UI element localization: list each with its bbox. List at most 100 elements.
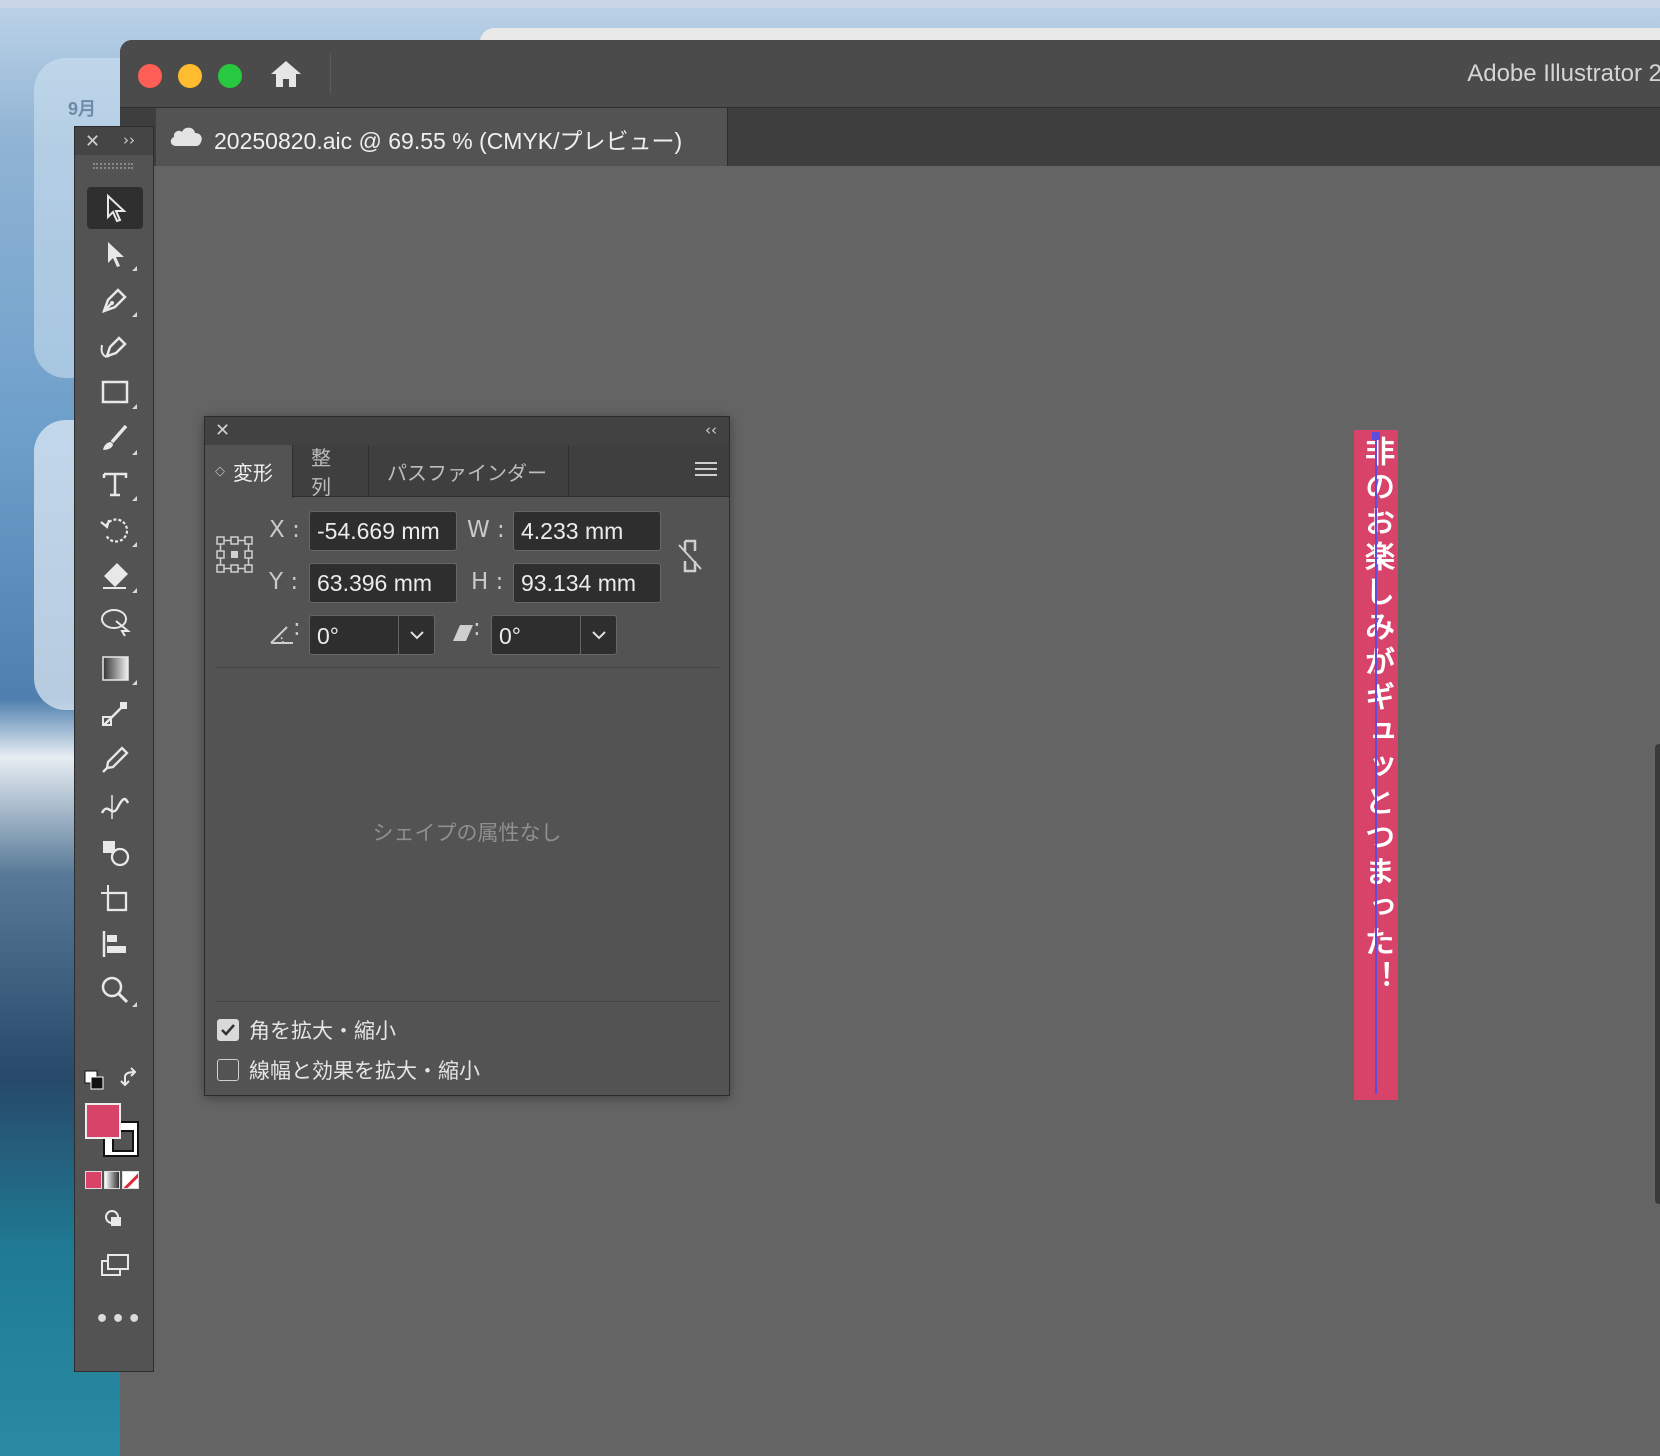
panel-menu-icon[interactable] — [695, 459, 717, 479]
reference-point-icon[interactable] — [215, 535, 255, 575]
color-mode-buttons — [85, 1171, 140, 1189]
tab-label: パスファインダー — [387, 460, 547, 485]
panel-header[interactable]: ✕ ‹‹ — [205, 417, 729, 445]
scale-corners-label: 角を拡大・縮小 — [249, 1019, 396, 1043]
expand-icon[interactable]: ›› — [123, 131, 135, 149]
swap-fill-stroke-icon[interactable] — [119, 1067, 143, 1091]
menu-bar — [0, 0, 1660, 8]
close-icon[interactable]: ✕ — [215, 420, 230, 441]
paintbrush-tool[interactable] — [87, 417, 143, 459]
tab-align[interactable]: 整列 — [293, 445, 369, 499]
document-tab-bar: 20250820.aic @ 69.55 % (CMYK/プレビュー) — [120, 108, 1660, 166]
lasso-icon — [101, 609, 131, 637]
title-bar: Adobe Illustrator 2 — [120, 40, 1660, 108]
scale-corners-option[interactable]: 角を拡大・縮小 — [217, 1015, 396, 1045]
screen-mode-button[interactable] — [87, 1245, 143, 1287]
rectangle-tool[interactable] — [87, 371, 143, 413]
tab-pathfinder[interactable]: パスファインダー — [369, 445, 569, 497]
fill-color-swatch[interactable] — [85, 1103, 121, 1139]
type-icon — [102, 472, 128, 497]
eraser-tool[interactable] — [87, 555, 143, 597]
draw-mode-button[interactable] — [87, 1199, 143, 1241]
color-mode-button[interactable] — [85, 1171, 102, 1189]
collapse-icon[interactable]: ‹‹ — [705, 421, 717, 439]
constrain-proportions-icon[interactable] — [675, 537, 705, 575]
tab-label: 変形 — [233, 461, 273, 485]
rectangle-icon — [101, 380, 129, 404]
eraser-icon — [103, 563, 128, 589]
artboard-tool[interactable] — [87, 877, 143, 919]
width-input[interactable]: 4.233 mm — [513, 511, 661, 551]
blend-icon — [102, 702, 127, 726]
close-window-button[interactable] — [138, 64, 162, 88]
gradient-mode-button[interactable] — [103, 1171, 121, 1189]
edit-toolbar-button[interactable]: ••• — [95, 1307, 143, 1332]
tab-label: 整列 — [311, 446, 331, 499]
divider — [215, 667, 719, 668]
align-icon — [102, 931, 126, 957]
draw-mode-icon — [105, 1210, 121, 1226]
curvature-tool[interactable] — [87, 325, 143, 367]
panel-tabs: ◇ 変形 整列 パスファインダー — [205, 445, 729, 499]
divider — [215, 1001, 719, 1002]
align-tool[interactable] — [87, 923, 143, 965]
blend-tool[interactable] — [87, 693, 143, 735]
anchor-point[interactable] — [1372, 432, 1380, 440]
zoom-icon — [101, 976, 129, 1004]
zoom-window-button[interactable] — [218, 64, 242, 88]
no-shape-properties-text: シェイプの属性なし — [372, 821, 562, 845]
tools-panel-header: ✕ ›› — [75, 127, 153, 155]
curvature-pen-icon — [100, 336, 127, 358]
scale-strokes-checkbox[interactable] — [217, 1059, 239, 1081]
rotate-tool[interactable] — [87, 509, 143, 551]
height-input[interactable]: 93.134 mm — [513, 563, 661, 603]
paintbrush-icon — [103, 424, 128, 450]
shear-icon — [453, 625, 473, 641]
scale-strokes-option[interactable]: 線幅と効果を拡大・縮小 — [217, 1055, 480, 1085]
shear-combo[interactable]: 0° — [491, 615, 617, 655]
home-icon[interactable] — [268, 58, 304, 90]
title-separator — [330, 54, 331, 94]
zoom-tool[interactable] — [87, 969, 143, 1011]
shape-builder-tool[interactable] — [87, 831, 143, 873]
width-tool[interactable] — [87, 785, 143, 827]
pen-tool[interactable] — [87, 279, 143, 321]
cloud-document-icon — [170, 127, 202, 146]
none-mode-button[interactable] — [122, 1171, 140, 1189]
rotate-combo[interactable]: 0° — [309, 615, 435, 655]
default-fill-stroke-icon[interactable] — [83, 1069, 105, 1091]
artboard-icon — [101, 885, 128, 912]
chevron-down-icon[interactable] — [580, 616, 616, 654]
eyedropper-tool[interactable] — [87, 739, 143, 781]
minimize-window-button[interactable] — [178, 64, 202, 88]
tab-transform[interactable]: ◇ 変形 — [205, 445, 293, 498]
direct-selection-icon — [108, 242, 124, 267]
y-label: Y : — [269, 569, 299, 595]
scale-corners-checkbox[interactable] — [217, 1019, 239, 1041]
y-input[interactable]: 63.396 mm — [309, 563, 457, 603]
shape-builder-icon — [103, 841, 130, 867]
document-tab[interactable]: 20250820.aic @ 69.55 % (CMYK/プレビュー) — [156, 108, 728, 166]
shear-colon: : — [473, 615, 481, 641]
w-label: W : — [467, 517, 505, 543]
type-tool[interactable] — [87, 463, 143, 505]
pen-icon — [101, 288, 127, 314]
selected-vertical-text-object[interactable]: 非のお楽しみがギュッとつまった！ — [1354, 430, 1398, 1100]
selection-arrow-icon — [107, 193, 127, 223]
gradient-tool[interactable] — [87, 647, 143, 689]
close-icon[interactable]: ✕ — [85, 131, 100, 152]
rotate-angle-icon — [270, 626, 293, 644]
shear-value: 0° — [499, 623, 521, 649]
eyedropper-icon — [102, 746, 129, 773]
direct-selection-tool[interactable] — [87, 233, 143, 275]
gradient-icon — [102, 656, 129, 681]
document-title: 20250820.aic @ 69.55 % (CMYK/プレビュー) — [214, 128, 683, 154]
lasso-tool[interactable] — [87, 601, 143, 643]
rotate-colon: : — [293, 615, 301, 641]
drag-grip[interactable] — [93, 163, 133, 169]
x-input[interactable]: -54.669 mm — [309, 511, 457, 551]
widget-month: 9月 — [68, 99, 97, 119]
scale-strokes-label: 線幅と効果を拡大・縮小 — [249, 1059, 480, 1083]
selection-tool[interactable] — [87, 187, 143, 229]
chevron-down-icon[interactable] — [398, 616, 434, 654]
